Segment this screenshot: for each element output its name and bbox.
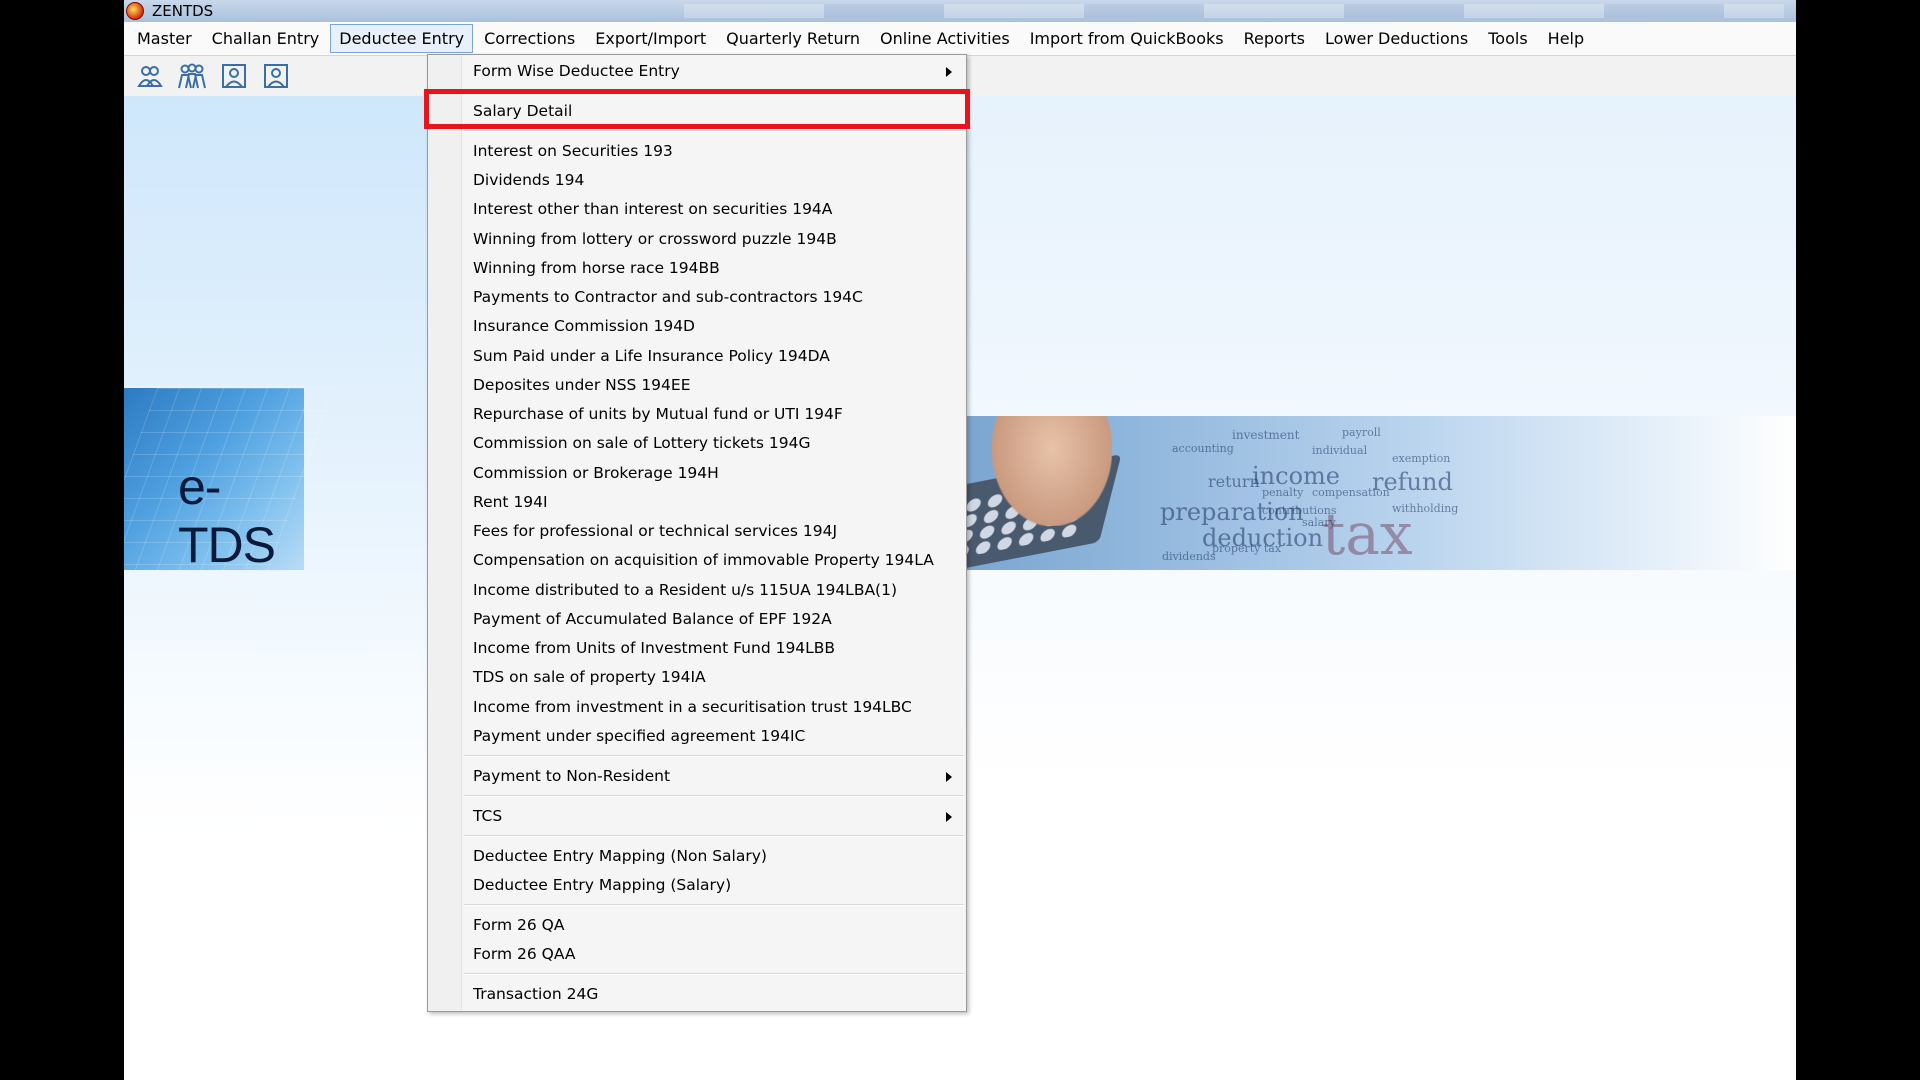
tax-wordcloud: income refund preparation deduction tax … <box>1152 424 1572 568</box>
menu-item-payment-non-resident[interactable]: Payment to Non-Resident <box>428 762 966 791</box>
workspace-background-right <box>844 96 1796 1080</box>
menu-corrections[interactable]: Corrections <box>475 24 584 53</box>
menu-item-repurchase-units[interactable]: Repurchase of units by Mutual fund or UT… <box>428 400 966 429</box>
menu-item-winning-horse-race[interactable]: Winning from horse race 194BB <box>428 254 966 283</box>
menu-help[interactable]: Help <box>1539 24 1593 53</box>
user-card-icon[interactable] <box>258 58 294 94</box>
menu-separator <box>464 973 964 975</box>
menu-item-winning-lottery[interactable]: Winning from lottery or crossword puzzle… <box>428 225 966 254</box>
menu-item-insurance-commission[interactable]: Insurance Commission 194D <box>428 312 966 341</box>
submenu-arrow-icon <box>946 67 952 77</box>
wordcloud-word: dividends <box>1162 550 1216 563</box>
menu-item-transaction-24g[interactable]: Transaction 24G <box>428 980 966 1009</box>
group-icon[interactable] <box>174 58 210 94</box>
banner-left: e-TDS <box>124 386 338 573</box>
menu-item-income-distributed[interactable]: Income distributed to a Resident u/s 115… <box>428 576 966 605</box>
menu-item-lottery-tickets[interactable]: Commission on sale of Lottery tickets 19… <box>428 429 966 458</box>
wordcloud-word: payroll <box>1342 426 1381 439</box>
menu-quarterly-return[interactable]: Quarterly Return <box>717 24 869 53</box>
menu-item-label: Payment to Non-Resident <box>473 767 671 785</box>
app-window: ZENTDS Master Challan Entry Deductee Ent… <box>124 0 1796 1080</box>
menu-item-label: Form Wise Deductee Entry <box>473 62 680 80</box>
menu-bar: Master Challan Entry Deductee Entry Corr… <box>124 22 1796 56</box>
menu-item-epf-balance[interactable]: Payment of Accumulated Balance of EPF 19… <box>428 605 966 634</box>
menu-item-specified-agreement[interactable]: Payment under specified agreement 194IC <box>428 722 966 751</box>
user-card-icon[interactable] <box>216 58 252 94</box>
title-bar: ZENTDS <box>124 0 1796 22</box>
wordcloud-word: withholding <box>1392 502 1459 515</box>
menu-item-payments-contractor[interactable]: Payments to Contractor and sub-contracto… <box>428 283 966 312</box>
menu-reports[interactable]: Reports <box>1235 24 1314 53</box>
menu-item-professional-fees[interactable]: Fees for professional or technical servi… <box>428 517 966 546</box>
menu-item-deposits-nss[interactable]: Deposites under NSS 194EE <box>428 371 966 400</box>
menu-separator <box>464 835 964 837</box>
menu-item-interest-on-securities[interactable]: Interest on Securities 193 <box>428 137 966 166</box>
wordcloud-word: return <box>1208 472 1260 491</box>
deductee-entry-dropdown: Form Wise Deductee Entry Salary Detail I… <box>427 54 967 1012</box>
wordcloud-word: investment <box>1232 428 1300 442</box>
salary-detail-highlight <box>424 89 970 129</box>
users-icon[interactable] <box>132 58 168 94</box>
wordcloud-word: salary <box>1302 516 1336 529</box>
menu-item-form-26qa[interactable]: Form 26 QA <box>428 911 966 940</box>
menu-item-rent[interactable]: Rent 194I <box>428 488 966 517</box>
hand-image <box>992 416 1112 526</box>
wordcloud-word: property tax <box>1212 542 1282 555</box>
wordcloud-word: contributions <box>1262 504 1337 517</box>
menu-export-import[interactable]: Export/Import <box>586 24 715 53</box>
wordcloud-word: exemption <box>1392 452 1451 465</box>
menu-item-mapping-non-salary[interactable]: Deductee Entry Mapping (Non Salary) <box>428 842 966 871</box>
menu-item-compensation-property[interactable]: Compensation on acquisition of immovable… <box>428 546 966 575</box>
menu-separator <box>464 904 964 906</box>
menu-master[interactable]: Master <box>128 24 201 53</box>
banner-right: income refund preparation deduction tax … <box>842 416 1796 570</box>
window-title: ZENTDS <box>152 2 214 20</box>
wordcloud-word: accounting <box>1172 442 1234 455</box>
menu-import-quickbooks[interactable]: Import from QuickBooks <box>1021 24 1233 53</box>
menu-item-tds-property[interactable]: TDS on sale of property 194IA <box>428 663 966 692</box>
menu-item-investment-fund[interactable]: Income from Units of Investment Fund 194… <box>428 634 966 663</box>
menu-tools[interactable]: Tools <box>1479 24 1536 53</box>
menu-separator <box>464 755 964 757</box>
menu-separator <box>464 795 964 797</box>
menu-lower-deductions[interactable]: Lower Deductions <box>1316 24 1477 53</box>
submenu-arrow-icon <box>946 772 952 782</box>
wordcloud-word: penalty <box>1262 486 1304 499</box>
menu-item-form-26qaa[interactable]: Form 26 QAA <box>428 940 966 969</box>
submenu-arrow-icon <box>946 812 952 822</box>
menu-item-label: TCS <box>473 807 503 825</box>
background-window-ghost <box>684 4 1784 18</box>
menu-separator <box>464 130 964 132</box>
menu-item-interest-other[interactable]: Interest other than interest on securiti… <box>428 195 966 224</box>
menu-item-securitisation-trust[interactable]: Income from investment in a securitisati… <box>428 693 966 722</box>
menu-item-tcs[interactable]: TCS <box>428 802 966 831</box>
wordcloud-word: individual <box>1312 444 1368 457</box>
menu-online-activities[interactable]: Online Activities <box>871 24 1019 53</box>
menu-item-mapping-salary[interactable]: Deductee Entry Mapping (Salary) <box>428 871 966 900</box>
app-logo-icon <box>126 2 144 20</box>
menu-item-life-insurance[interactable]: Sum Paid under a Life Insurance Policy 1… <box>428 342 966 371</box>
wordcloud-word: compensation <box>1312 486 1390 499</box>
menu-item-dividends[interactable]: Dividends 194 <box>428 166 966 195</box>
menu-deductee-entry[interactable]: Deductee Entry <box>330 24 474 53</box>
menu-item-commission-brokerage[interactable]: Commission or Brokerage 194H <box>428 459 966 488</box>
menu-challan-entry[interactable]: Challan Entry <box>203 24 329 53</box>
banner-etds-text: e-TDS <box>178 459 276 573</box>
menu-item-form-wise-deductee-entry[interactable]: Form Wise Deductee Entry <box>428 57 966 86</box>
